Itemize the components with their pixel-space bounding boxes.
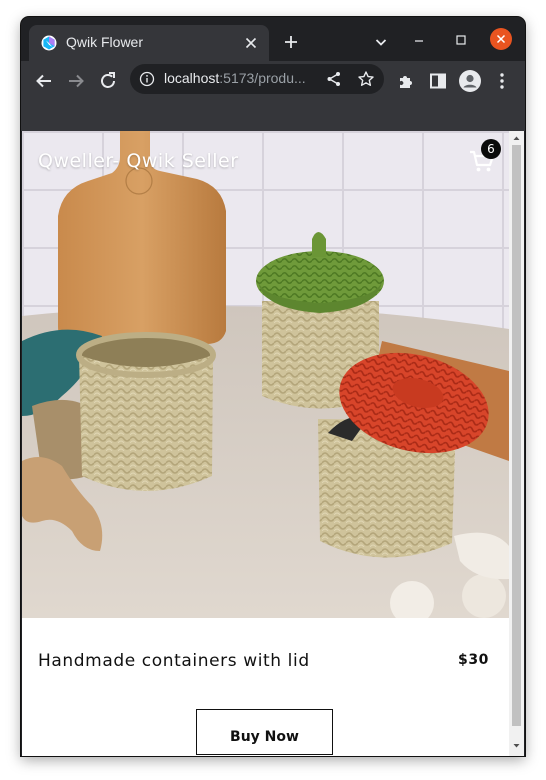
profile-avatar-icon[interactable] — [458, 69, 482, 93]
close-icon — [496, 34, 506, 44]
close-tab-icon[interactable] — [241, 33, 261, 53]
share-icon[interactable] — [325, 70, 343, 88]
back-arrow-icon[interactable] — [32, 69, 56, 93]
product-photo — [22, 131, 509, 618]
info-icon[interactable] — [139, 71, 155, 87]
bookmark-bar — [21, 101, 525, 131]
scroll-up-arrow-icon[interactable] — [512, 134, 521, 143]
extensions-puzzle-icon[interactable] — [394, 69, 418, 93]
buy-now-button[interactable]: Buy Now — [196, 709, 333, 755]
scrollbar-thumb[interactable] — [512, 145, 521, 726]
browser-toolbar: localhost:5173/produ... — [21, 61, 525, 101]
browser-window: Qwik Flower localhost:5173/produ... Qwel… — [21, 17, 525, 756]
product-price: $30 — [458, 652, 490, 668]
new-tab-icon[interactable] — [281, 32, 301, 52]
window-close-button[interactable] — [490, 28, 512, 50]
cart-count-badge: 6 — [481, 139, 501, 159]
kebab-menu-icon[interactable] — [490, 69, 514, 93]
forward-arrow-icon[interactable] — [64, 69, 88, 93]
tab-title: Qwik Flower — [66, 34, 144, 50]
product-name: Handmade containers with lid — [38, 651, 310, 671]
page-viewport: Qweller- Qwik Seller 6 Handmade containe… — [22, 131, 524, 756]
url-text[interactable]: localhost:5173/produ... — [164, 70, 306, 86]
side-panel-icon[interactable] — [426, 69, 450, 93]
product-image: Qweller- Qwik Seller 6 — [22, 131, 509, 618]
scroll-down-arrow-icon[interactable] — [512, 741, 521, 750]
url-path: :5173/produ... — [219, 70, 306, 86]
minimize-icon[interactable] — [409, 30, 429, 50]
brand-title[interactable]: Qweller- Qwik Seller — [38, 150, 239, 172]
reload-icon[interactable] — [96, 69, 120, 93]
bookmark-star-icon[interactable] — [357, 70, 375, 88]
tab-strip: Qwik Flower — [21, 17, 525, 61]
address-bar[interactable]: localhost:5173/produ... — [130, 64, 384, 94]
url-host: localhost — [164, 70, 220, 86]
maximize-icon[interactable] — [451, 30, 471, 50]
browser-tab[interactable]: Qwik Flower — [29, 25, 269, 61]
qwik-logo-icon — [41, 35, 57, 51]
vertical-scrollbar[interactable] — [509, 131, 524, 756]
chevron-down-icon[interactable] — [371, 32, 391, 52]
